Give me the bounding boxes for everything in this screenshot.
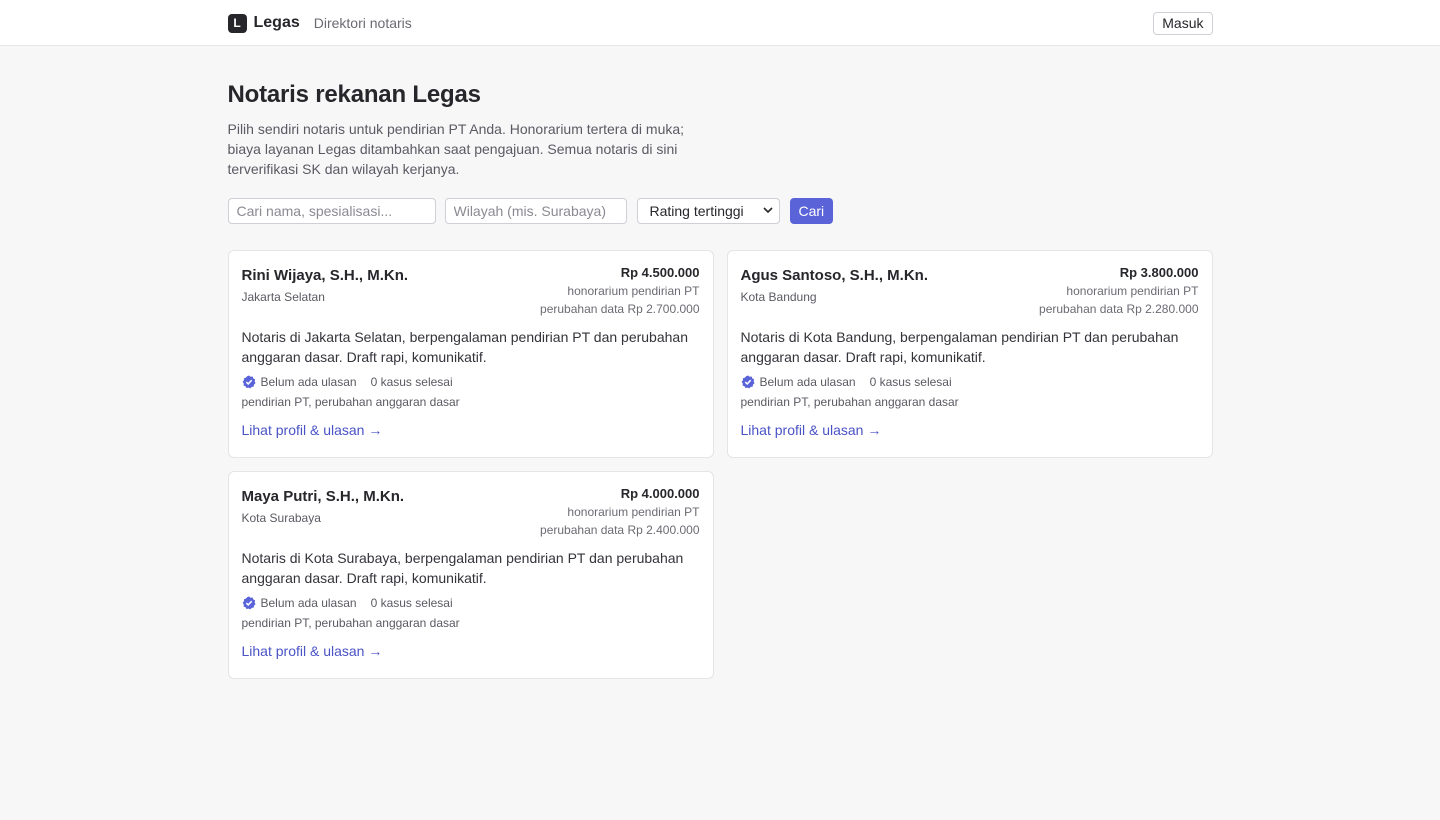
logo-icon: L: [227, 13, 247, 33]
notary-price-label: honorarium pendirian PT: [567, 505, 700, 519]
notary-card: Maya Putri, S.H., M.Kn. Kota Surabaya Rp…: [227, 471, 714, 679]
notary-name: Rini Wijaya, S.H., M.Kn.: [241, 267, 409, 284]
sort-select[interactable]: Rating tertinggi: [636, 198, 780, 224]
notary-card: Rini Wijaya, S.H., M.Kn. Jakarta Selatan…: [227, 250, 714, 458]
notary-change-price: perubahan data Rp 2.400.000: [540, 523, 700, 537]
notary-meta: Belum ada ulasan 0 kasus selesai: [242, 375, 700, 389]
notary-location: Jakarta Selatan: [241, 290, 325, 304]
brand-name: Legas: [253, 14, 300, 31]
notary-description: Notaris di Kota Bandung, berpengalaman p…: [740, 329, 1179, 365]
notary-price: Rp 4.000.000: [620, 486, 700, 501]
view-profile-link[interactable]: Lihat profil & ulasan →: [242, 422, 383, 438]
search-button[interactable]: Cari: [789, 198, 834, 224]
notary-location: Kota Bandung: [740, 290, 817, 304]
notary-price-block: Rp 4.500.000 honorarium pendirian PT per…: [540, 265, 699, 316]
notary-change-price: perubahan data Rp 2.280.000: [1039, 302, 1199, 316]
view-profile-link[interactable]: Lihat profil & ulasan →: [242, 643, 383, 659]
chevron-down-icon: [762, 205, 773, 217]
cases-count: 0 kasus selesai: [370, 596, 453, 610]
notary-specialties: pendirian PT, perubahan anggaran dasar: [241, 395, 460, 409]
notary-specialties: pendirian PT, perubahan anggaran dasar: [740, 395, 959, 409]
login-button[interactable]: Masuk: [1153, 11, 1213, 35]
notary-specialties: pendirian PT, perubahan anggaran dasar: [241, 616, 460, 630]
review-status: Belum ada ulasan: [759, 375, 856, 389]
notary-price-label: honorarium pendirian PT: [567, 284, 700, 298]
cases-count: 0 kasus selesai: [869, 375, 952, 389]
main-content: Notaris rekanan Legas Pilih sendiri nota…: [227, 81, 1213, 679]
notary-price-block: Rp 4.000.000 honorarium pendirian PT per…: [540, 486, 699, 537]
notary-card: Agus Santoso, S.H., M.Kn. Kota Bandung R…: [726, 250, 1213, 458]
notary-change-price: perubahan data Rp 2.700.000: [540, 302, 700, 316]
notary-grid: Rini Wijaya, S.H., M.Kn. Jakarta Selatan…: [227, 250, 1213, 679]
notary-description: Notaris di Kota Surabaya, berpengalaman …: [241, 550, 684, 586]
notary-description: Notaris di Jakarta Selatan, berpengalama…: [241, 329, 688, 365]
notary-name: Agus Santoso, S.H., M.Kn.: [740, 267, 929, 284]
notary-meta: Belum ada ulasan 0 kasus selesai: [242, 596, 700, 610]
review-status: Belum ada ulasan: [260, 596, 357, 610]
brand[interactable]: L Legas Direktori notaris: [227, 13, 412, 33]
notary-price-block: Rp 3.800.000 honorarium pendirian PT per…: [1039, 265, 1198, 316]
verified-badge-icon: [242, 596, 256, 610]
sort-select-value: Rating tertinggi: [649, 203, 744, 219]
notary-location: Kota Surabaya: [241, 511, 321, 525]
verified-badge-icon: [741, 375, 755, 389]
notary-price-label: honorarium pendirian PT: [1066, 284, 1199, 298]
page-title: Notaris rekanan Legas: [227, 81, 481, 108]
cases-count: 0 kasus selesai: [370, 375, 453, 389]
top-bar: L Legas Direktori notaris Masuk: [0, 0, 1440, 46]
view-profile-link[interactable]: Lihat profil & ulasan →: [741, 422, 882, 438]
notary-price: Rp 3.800.000: [1119, 265, 1199, 280]
notary-price: Rp 4.500.000: [620, 265, 700, 280]
review-status: Belum ada ulasan: [260, 375, 357, 389]
verified-badge-icon: [242, 375, 256, 389]
region-input[interactable]: [444, 198, 627, 224]
search-input[interactable]: [227, 198, 436, 224]
notary-meta: Belum ada ulasan 0 kasus selesai: [741, 375, 1199, 389]
filter-bar: Rating tertinggi Cari: [227, 198, 1213, 224]
brand-subtitle: Direktori notaris: [313, 15, 412, 31]
notary-name: Maya Putri, S.H., M.Kn.: [241, 488, 405, 505]
page-description: Pilih sendiri notaris untuk pendirian PT…: [227, 121, 685, 177]
